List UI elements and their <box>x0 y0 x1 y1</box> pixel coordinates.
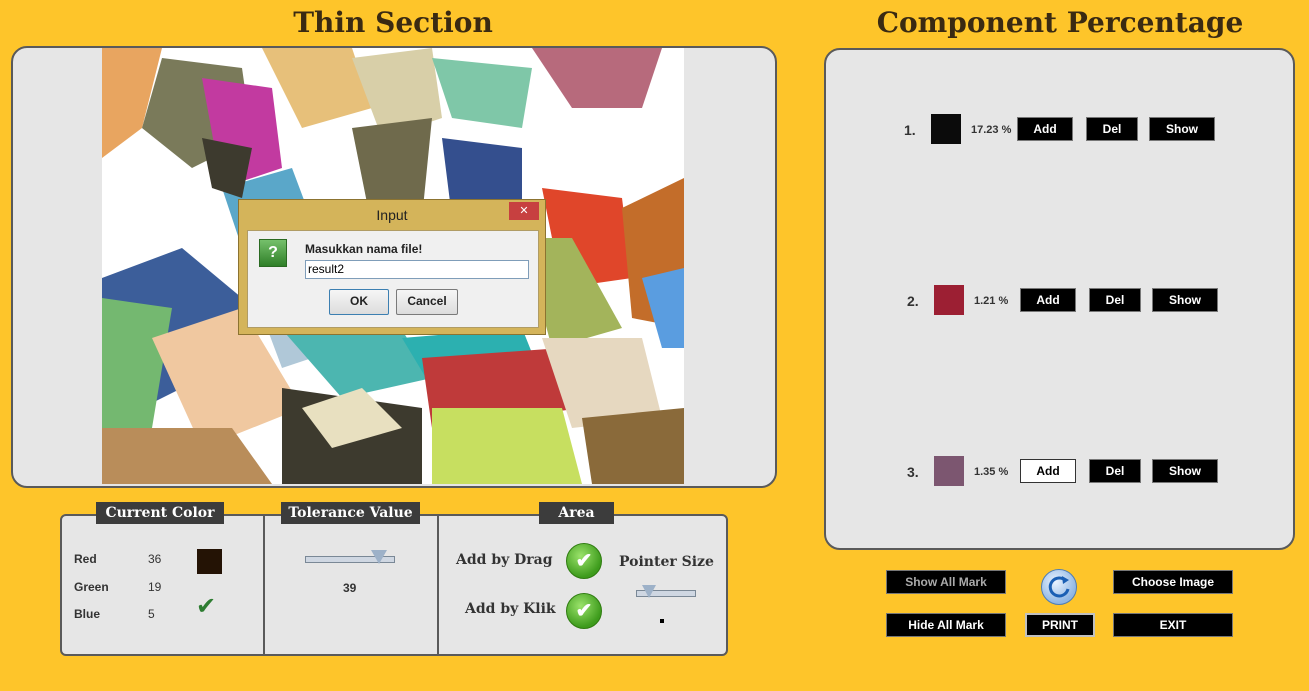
choose-image-button[interactable]: Choose Image <box>1113 570 1233 594</box>
component-show-button[interactable]: Show <box>1149 117 1215 141</box>
dialog-close-button[interactable]: ✕ <box>509 202 539 220</box>
add-by-klik-check-icon[interactable]: ✔ <box>566 593 602 629</box>
refresh-arrow-icon <box>1048 576 1070 598</box>
red-label: Red <box>74 552 97 566</box>
component-number: 1. <box>904 122 916 138</box>
input-dialog: Input ✕ ? Masukkan nama file! result2 OK… <box>238 199 546 335</box>
component-percentage-title: Component Percentage <box>876 6 1244 39</box>
green-label: Green <box>74 580 109 594</box>
checkmark-icon: ✔ <box>575 600 593 622</box>
dialog-title: Input <box>376 207 408 223</box>
component-del-button[interactable]: Del <box>1086 117 1138 141</box>
divider <box>437 516 439 654</box>
refresh-icon[interactable] <box>1041 569 1077 605</box>
component-percent: 1.21 % <box>974 295 1009 307</box>
current-color-swatch <box>197 549 222 574</box>
blue-value: 5 <box>148 607 155 621</box>
component-add-button[interactable]: Add <box>1020 288 1076 312</box>
component-color-swatch <box>931 114 961 144</box>
component-add-button[interactable]: Add <box>1020 459 1076 483</box>
question-icon: ? <box>259 239 287 267</box>
filename-input[interactable]: result2 <box>305 260 529 279</box>
component-percent: 17.23 % <box>971 124 1012 136</box>
blue-label: Blue <box>74 607 101 621</box>
show-all-mark-button[interactable]: Show All Mark <box>886 570 1006 594</box>
add-by-drag-check-icon[interactable]: ✔ <box>566 543 602 579</box>
green-value: 19 <box>148 580 162 594</box>
component-del-button[interactable]: Del <box>1089 459 1141 483</box>
print-button[interactable]: PRINT <box>1025 613 1095 637</box>
dialog-message: Masukkan nama file! <box>305 242 423 256</box>
area-label: Area <box>539 502 614 524</box>
component-show-button[interactable]: Show <box>1152 288 1218 312</box>
pointer-size-preview <box>660 619 664 623</box>
pointer-size-label: Pointer Size <box>619 554 714 570</box>
component-number: 2. <box>907 293 919 309</box>
component-color-swatch <box>934 456 964 486</box>
ok-button[interactable]: OK <box>329 289 389 315</box>
component-add-button[interactable]: Add <box>1017 117 1073 141</box>
divider <box>263 516 265 654</box>
component-del-button[interactable]: Del <box>1089 288 1141 312</box>
checkmark-icon: ✔ <box>575 550 593 572</box>
add-by-drag-label: Add by Drag <box>456 552 553 568</box>
exit-button[interactable]: EXIT <box>1113 613 1233 637</box>
tolerance-value: 39 <box>343 581 357 595</box>
thin-section-title: Thin Section <box>293 6 493 39</box>
current-color-label: Current Color <box>96 502 224 524</box>
component-percent: 1.35 % <box>974 466 1009 478</box>
check-icon: ✔ <box>196 593 217 620</box>
pointer-size-slider-thumb[interactable] <box>641 585 656 598</box>
add-by-klik-label: Add by Klik <box>465 601 556 617</box>
cancel-button[interactable]: Cancel <box>396 289 458 315</box>
tolerance-slider-thumb[interactable] <box>370 550 387 564</box>
component-color-swatch <box>934 285 964 315</box>
red-value: 36 <box>148 552 162 566</box>
tolerance-value-label: Tolerance Value <box>281 502 420 524</box>
component-show-button[interactable]: Show <box>1152 459 1218 483</box>
component-number: 3. <box>907 464 919 480</box>
hide-all-mark-button[interactable]: Hide All Mark <box>886 613 1006 637</box>
dialog-body: ? Masukkan nama file! result2 OK Cancel <box>247 230 539 328</box>
